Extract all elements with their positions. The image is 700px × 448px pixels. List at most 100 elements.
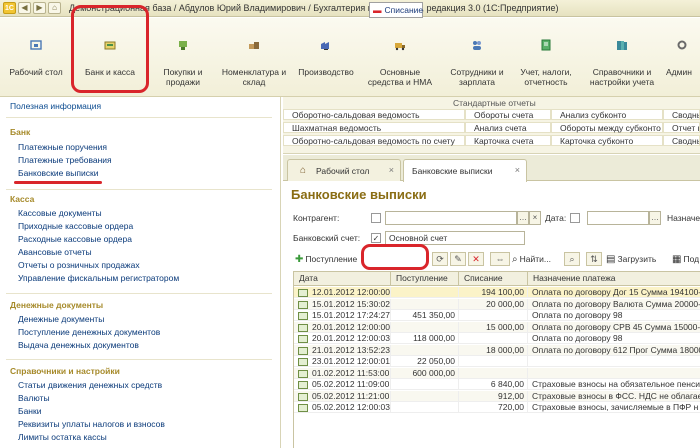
table-row[interactable]: 15.01.2012 17:24:27 451 350,00 Оплата по д… xyxy=(294,310,700,321)
cell-writeoff xyxy=(459,356,528,367)
writeoff-button[interactable]: ▬ Списание xyxy=(369,2,423,18)
section-desktop[interactable]: Рабочий стол xyxy=(4,18,68,97)
link-icon[interactable]: ⇔ xyxy=(490,252,510,266)
nav-item-currencies[interactable]: Валюты xyxy=(18,393,50,403)
more-label: Под xyxy=(683,254,700,264)
bank-account-checkbox[interactable]: ✓ xyxy=(371,233,381,243)
cell-receipt xyxy=(391,298,459,310)
column-header-purpose[interactable]: Назначение платежа xyxy=(528,272,700,286)
section-references[interactable]: Справочники и настройки учета xyxy=(584,18,660,97)
nav-item-advance-reports[interactable]: Авансовые отчеты xyxy=(18,247,92,257)
table-row[interactable]: 20.01.2012 12:00:00 15 000,00 Оплата по до… xyxy=(294,321,700,333)
report-link[interactable]: Отчет по xyxy=(663,122,700,133)
column-header-receipt[interactable]: Поступление xyxy=(391,272,459,286)
more-button[interactable]: ▦ Под xyxy=(672,251,699,267)
tab-bank-statements[interactable]: Банковские выписки × xyxy=(403,159,527,182)
nav-item-retail-reports[interactable]: Отчеты о розничных продажах xyxy=(18,260,140,270)
nav-item-payment-requests[interactable]: Платежные требования xyxy=(18,155,112,165)
receipt-button[interactable]: ✚ Поступление xyxy=(295,251,357,267)
table-row[interactable]: 23.01.2012 12:00:01 22 050,00 xyxy=(294,356,700,367)
nav-item-cash-outflows[interactable]: Расходные кассовые ордера xyxy=(18,234,132,244)
column-header-writeoff[interactable]: Списание xyxy=(459,272,528,286)
table-row[interactable]: 20.01.2012 12:00:03 118 000,00 Оплата по д… xyxy=(294,333,700,344)
nav-item-cash-receipts[interactable]: Приходные кассовые ордера xyxy=(18,221,133,231)
back-arrow-icon[interactable]: ◀ xyxy=(18,2,31,14)
nav-item-banks[interactable]: Банки xyxy=(18,406,41,416)
section-taxes[interactable]: Учет, налоги, отчетность xyxy=(514,18,578,97)
nav-item-cashflow-items[interactable]: Статьи движения денежных средств xyxy=(18,380,162,390)
counterparty-input[interactable] xyxy=(385,211,517,225)
table-row[interactable]: 12.01.2012 12:00:00 194 100,00 Оплата по д… xyxy=(294,287,700,298)
table-row[interactable]: 05.02.2012 11:09:00 6 840,00 Страховые взн… xyxy=(294,379,700,390)
counterparty-checkbox[interactable] xyxy=(371,213,381,223)
house-icon xyxy=(29,38,43,52)
section-assets[interactable]: Основные средства и НМА xyxy=(365,18,435,97)
report-link[interactable]: Оборотно-сальдовая ведомость xyxy=(283,109,465,120)
section-production[interactable]: Производство xyxy=(292,18,360,97)
report-link[interactable]: Карточка счета xyxy=(465,135,551,146)
section-sales[interactable]: Покупки и продажи xyxy=(152,18,214,97)
nav-item-cash-limits[interactable]: Лимиты остатка кассы xyxy=(18,432,107,442)
date-input[interactable] xyxy=(587,211,649,225)
report-link[interactable]: Анализ субконто xyxy=(551,109,663,120)
home-icon[interactable]: ⌂ xyxy=(48,2,61,14)
section-admin[interactable]: Админ xyxy=(664,18,700,97)
close-icon[interactable]: × xyxy=(515,165,520,175)
nav-item-money-docs-in[interactable]: Поступление денежных документов xyxy=(18,327,160,337)
section-label: Банк и касса xyxy=(84,67,136,77)
sort-icon[interactable]: ⇅ xyxy=(586,252,602,266)
useful-info-link[interactable]: Полезная информация xyxy=(10,101,101,111)
nav-item-fiscal-registrar[interactable]: Управление фискальным регистратором xyxy=(18,273,179,283)
nav-item-tax-details[interactable]: Реквизиты уплаты налогов и взносов xyxy=(18,419,165,429)
load-button[interactable]: ▤ Загрузить xyxy=(606,251,656,267)
report-link[interactable]: Анализ счета xyxy=(465,122,551,133)
report-link[interactable]: Сводны xyxy=(663,109,700,120)
delete-icon[interactable]: ✕ xyxy=(468,252,484,266)
section-label: Сотрудники и зарплата xyxy=(450,67,504,87)
section-nomenclature[interactable]: Номенклатура и склад xyxy=(220,18,288,97)
nav-item-payment-orders[interactable]: Платежные поручения xyxy=(18,142,107,152)
cell-writeoff: 720,00 xyxy=(459,402,528,413)
cell-receipt xyxy=(391,344,459,356)
date-select-button[interactable]: … xyxy=(649,211,661,225)
cell-purpose: Оплата по договору СРВ 45 Сумма 15000-00 xyxy=(528,322,700,333)
column-header-date[interactable]: Дата xyxy=(294,272,391,286)
section-bank[interactable]: Банк и касса xyxy=(78,18,142,97)
report-link[interactable]: Карточка субконто xyxy=(551,135,663,146)
refresh-icon[interactable]: ⟳ xyxy=(432,252,448,266)
close-icon[interactable]: × xyxy=(389,165,394,175)
app-logo-icon[interactable]: 1С xyxy=(3,2,16,14)
date-checkbox[interactable] xyxy=(570,213,580,223)
report-link[interactable]: Оборотно-сальдовая ведомость по счету xyxy=(283,135,465,146)
table-row[interactable]: 05.02.2012 12:00:03 720,00 Страховые взнос… xyxy=(294,402,700,413)
report-link[interactable]: Обороты счета xyxy=(465,109,551,120)
tab-desktop[interactable]: ⌂ Рабочий стол × xyxy=(287,159,401,181)
counterparty-clear-button[interactable]: × xyxy=(529,211,541,225)
bank-account-input[interactable]: Основной счет xyxy=(385,231,525,245)
find-button[interactable]: ⌕ Найти... xyxy=(512,251,551,267)
report-link[interactable]: Сводны xyxy=(663,135,700,146)
cell-date: 21.01.2012 13:52:23 xyxy=(294,344,391,356)
find-cancel-icon[interactable]: ⌕ xyxy=(564,252,580,266)
table-row[interactable]: 05.02.2012 11:21:00 912,00 Страховые взнос… xyxy=(294,390,700,402)
edit-icon[interactable]: ✎ xyxy=(450,252,466,266)
reports-row: Оборотно-сальдовая ведомость по счету Ка… xyxy=(283,135,700,147)
table-row[interactable]: 01.02.2012 11:53:00 600 000,00 xyxy=(294,367,700,379)
nav-item-bank-statements[interactable]: Банковские выписки xyxy=(18,168,98,178)
section-staff[interactable]: Сотрудники и зарплата xyxy=(444,18,510,97)
report-link[interactable]: Шахматная ведомость xyxy=(283,122,465,133)
report-link[interactable]: Обороты между субконто xyxy=(551,122,663,133)
cell-date: 05.02.2012 12:00:03 xyxy=(294,402,391,413)
table-row[interactable]: 21.01.2012 13:52:23 18 000,00 Оплата по до… xyxy=(294,344,700,356)
plus-icon: ✚ xyxy=(295,253,304,265)
table-row[interactable]: 15.01.2012 15:30:02 20 000,00 Оплата по до… xyxy=(294,298,700,310)
nav-item-money-docs-out[interactable]: Выдача денежных документов xyxy=(18,340,139,350)
statements-table: Дата Поступление Списание Назначение пла… xyxy=(293,271,700,448)
counterparty-select-button[interactable]: … xyxy=(517,211,529,225)
section-label: Производство xyxy=(298,67,354,77)
nav-item-money-docs[interactable]: Денежные документы xyxy=(18,314,104,324)
nav-item-cash-docs[interactable]: Кассовые документы xyxy=(18,208,102,218)
section-label: Учет, налоги, отчетность xyxy=(520,67,572,87)
forward-arrow-icon[interactable]: ▶ xyxy=(33,2,46,14)
nav-divider xyxy=(6,117,272,118)
